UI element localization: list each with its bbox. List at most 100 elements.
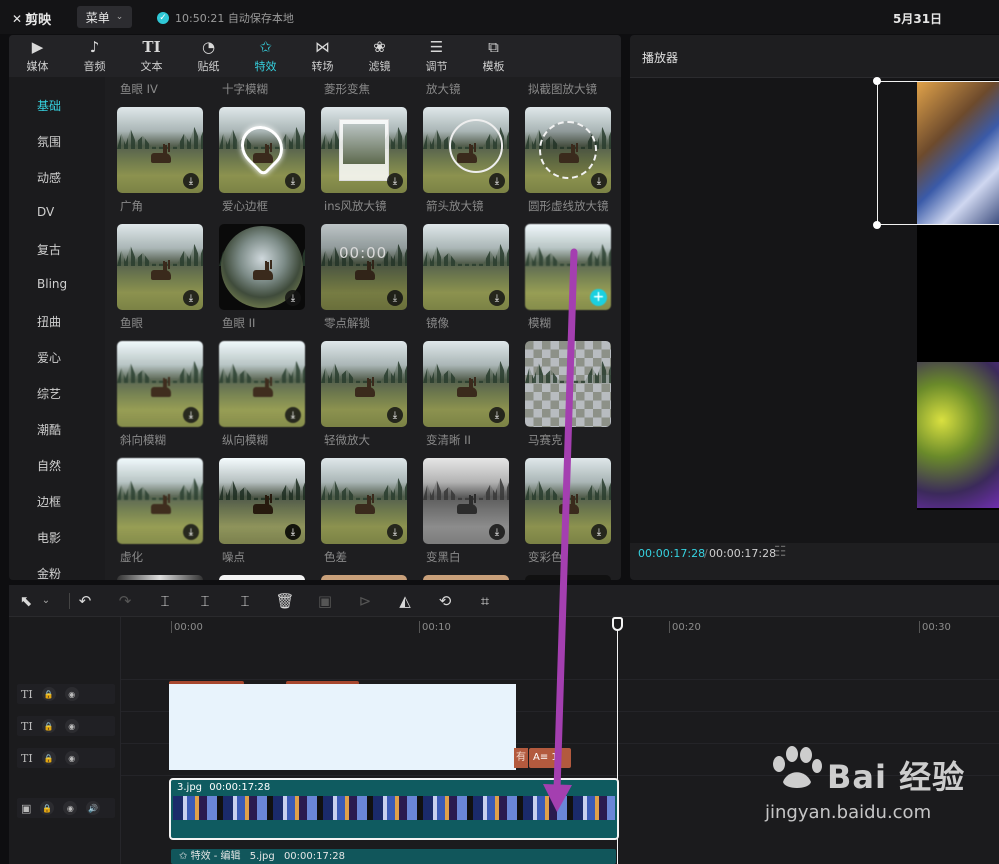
sidebar-item-love[interactable]: 爱心 (37, 349, 61, 366)
effect-tile-fisheye-2[interactable]: ⤓ (219, 224, 305, 310)
split-left-icon[interactable]: ⌶ (195, 591, 215, 611)
lock-icon[interactable]: 🔒 (41, 719, 56, 733)
download-icon[interactable]: ⤓ (387, 290, 403, 306)
tab-transition[interactable]: ⋈ 转场 (294, 35, 351, 77)
download-icon[interactable]: ⤓ (183, 524, 199, 540)
effect-tile-blur[interactable]: + (525, 224, 611, 310)
effect-tile-arrow-magnifier[interactable]: ⤓ (423, 107, 509, 193)
eye-icon[interactable]: ◉ (64, 719, 79, 733)
sidebar-item-dynamic[interactable]: 动感 (37, 169, 61, 186)
tab-text[interactable]: TI 文本 (123, 35, 180, 77)
effect-tile-partial[interactable] (117, 575, 203, 580)
add-icon[interactable]: + (590, 289, 607, 306)
resize-handle[interactable] (873, 221, 881, 229)
effect-tile-wide-angle[interactable]: ⤓ (117, 107, 203, 193)
sidebar-item-atmosphere[interactable]: 氛围 (37, 133, 61, 150)
download-icon[interactable]: ⤓ (489, 173, 505, 189)
tab-adjust[interactable]: ☰ 调节 (408, 35, 465, 77)
effect-tile-dashed-magnifier[interactable]: ⤓ (525, 107, 611, 193)
download-icon[interactable]: ⤓ (183, 173, 199, 189)
tab-audio[interactable]: ♪ 音频 (66, 35, 123, 77)
select-cursor-icon[interactable]: ⬉ (17, 591, 35, 611)
download-icon[interactable]: ⤓ (285, 407, 301, 423)
sidebar-item-bling[interactable]: Bling (37, 277, 67, 291)
effect-tile-mosaic[interactable] (525, 341, 611, 427)
effect-tile-noise[interactable]: ⤓ (219, 458, 305, 544)
sidebar-item-variety[interactable]: 综艺 (37, 385, 61, 402)
download-icon[interactable]: ⤓ (489, 524, 505, 540)
effect-tile-diagonal-blur[interactable]: ⤓ (117, 341, 203, 427)
effect-tile-fisheye[interactable]: ⤓ (117, 224, 203, 310)
text-clip[interactable]: 有 (514, 748, 528, 768)
effect-tile-vertical-blur[interactable]: ⤓ (219, 341, 305, 427)
split-right-icon[interactable]: ⌶ (235, 591, 255, 611)
volume-icon[interactable]: 🔊 (86, 801, 101, 815)
playhead-handle[interactable] (612, 617, 623, 631)
download-icon[interactable]: ⤓ (489, 407, 505, 423)
chevron-down-icon[interactable]: ⌄ (39, 591, 53, 611)
download-icon[interactable]: ⤓ (387, 173, 403, 189)
lock-icon[interactable]: 🔒 (40, 801, 55, 815)
tab-sticker[interactable]: ◔ 贴纸 (180, 35, 237, 77)
effect-tile-chromatic[interactable]: ⤓ (321, 458, 407, 544)
download-icon[interactable]: ⤓ (591, 524, 607, 540)
eye-icon[interactable]: ◉ (63, 801, 78, 815)
delete-icon[interactable]: 🗑 (275, 591, 295, 611)
sidebar-item-gold-dust[interactable]: 金粉 (37, 565, 61, 580)
play-reverse-icon[interactable]: ⊳ (355, 591, 375, 611)
effect-tile-defocus[interactable]: ⤓ (117, 458, 203, 544)
split-icon[interactable]: ⌶ (155, 591, 175, 611)
tab-effects[interactable]: ✩ 特效 (237, 35, 294, 77)
redo-icon[interactable]: ↷ (115, 591, 135, 611)
ratio-icon[interactable]: ☷ (774, 544, 787, 560)
effect-tile-ins-magnifier[interactable]: ⤓ (321, 107, 407, 193)
effect-tile-zero-unlock[interactable]: 00:00 ⤓ (321, 224, 407, 310)
effect-tile-sharpen-2[interactable]: ⤓ (423, 341, 509, 427)
effect-tile-mirror[interactable]: ⤓ (423, 224, 509, 310)
sidebar-item-border[interactable]: 边框 (37, 493, 61, 510)
effect-clip[interactable]: ✩ 特效 - 编辑 5.jpg 00:00:17:28 (171, 849, 616, 864)
sidebar-item-distort[interactable]: 扭曲 (37, 313, 61, 330)
eye-icon[interactable]: ◉ (64, 751, 79, 765)
effect-tile-black-white[interactable]: ⤓ (423, 458, 509, 544)
sidebar-item-movie[interactable]: 电影 (37, 529, 61, 546)
lock-icon[interactable]: 🔒 (41, 751, 56, 765)
menu-button[interactable]: 菜单 ⌄ (77, 6, 132, 28)
download-icon[interactable]: ⤓ (183, 290, 199, 306)
download-icon[interactable]: ⤓ (285, 173, 301, 189)
effect-tile-heart-border[interactable]: ⤓ (219, 107, 305, 193)
freeze-frame-icon[interactable]: ▣ (315, 591, 335, 611)
mirror-icon[interactable]: ◭ (395, 591, 415, 611)
sidebar-item-basic[interactable]: 基础 (37, 97, 61, 114)
text-clip[interactable]: A≡ 1 (529, 748, 571, 768)
download-icon[interactable]: ⤓ (591, 173, 607, 189)
download-icon[interactable]: ⤓ (183, 407, 199, 423)
effect-tile-partial[interactable] (219, 575, 305, 580)
download-icon[interactable]: ⤓ (387, 524, 403, 540)
download-icon[interactable]: ⤓ (489, 290, 505, 306)
download-icon[interactable]: ⤓ (285, 524, 301, 540)
effect-tile-partial[interactable] (525, 575, 611, 580)
time-ruler[interactable]: 00:00 00:10 00:20 00:30 (169, 617, 999, 637)
effect-tile-partial[interactable] (321, 575, 407, 580)
tab-template[interactable]: ⧉ 模板 (465, 35, 522, 77)
sidebar-item-nature[interactable]: 自然 (37, 457, 61, 474)
sidebar-item-dv[interactable]: DV (37, 205, 54, 219)
eye-icon[interactable]: ◉ (64, 687, 79, 701)
tab-filter[interactable]: ❀ 滤镜 (351, 35, 408, 77)
download-icon[interactable]: ⤓ (285, 290, 301, 306)
tab-media[interactable]: ▶ 媒体 (9, 35, 66, 77)
playhead-line[interactable] (617, 617, 618, 864)
sidebar-item-cool[interactable]: 潮酷 (37, 421, 61, 438)
sidebar-item-retro[interactable]: 复古 (37, 241, 61, 258)
rotate-icon[interactable]: ⟲ (435, 591, 455, 611)
video-clip[interactable]: 3.jpg 00:00:17:28 (169, 778, 619, 840)
effect-tile-colorize[interactable]: ⤓ (525, 458, 611, 544)
resize-handle[interactable] (873, 77, 881, 85)
undo-icon[interactable]: ↶ (75, 591, 95, 611)
lock-icon[interactable]: 🔒 (41, 687, 56, 701)
crop-icon[interactable]: ⌗ (475, 591, 495, 611)
download-icon[interactable]: ⤓ (387, 407, 403, 423)
selection-frame[interactable] (877, 81, 999, 225)
effect-tile-partial[interactable] (423, 575, 509, 580)
